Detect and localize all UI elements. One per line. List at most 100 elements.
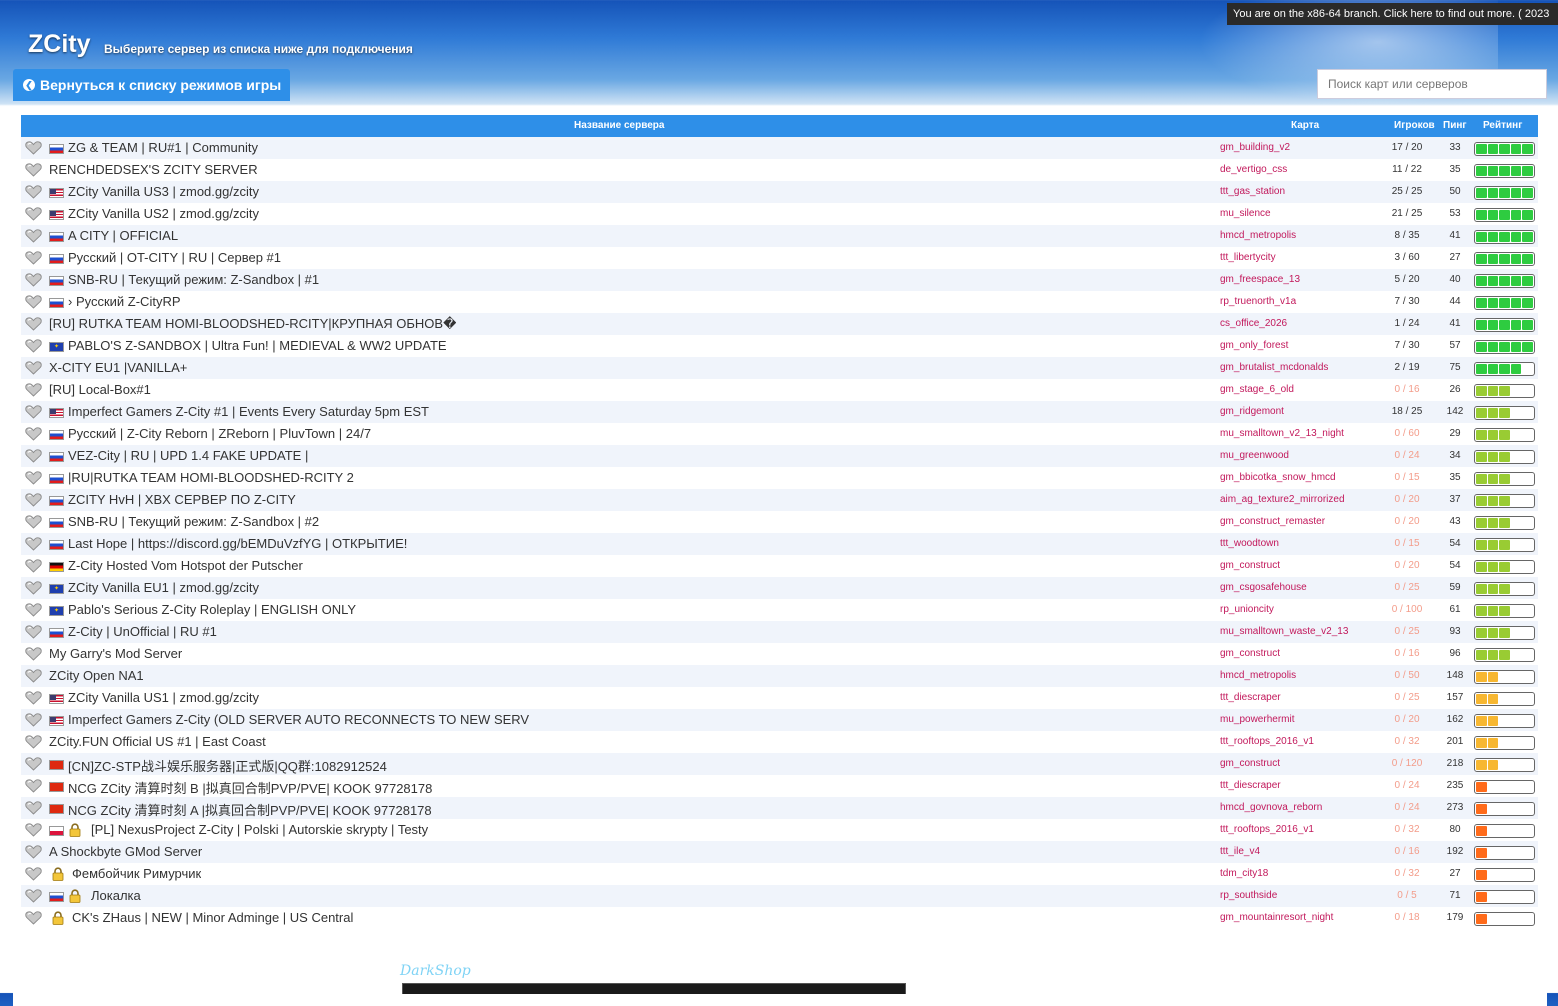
favorite-heart-icon[interactable] [25, 581, 42, 595]
favorite-heart-icon[interactable] [25, 493, 42, 507]
favorite-heart-icon[interactable] [25, 163, 42, 177]
favorite-heart-icon[interactable] [25, 427, 42, 441]
favorite-heart-icon[interactable] [25, 669, 42, 683]
column-header-name[interactable]: Название сервера [574, 120, 664, 131]
server-row[interactable]: VEZ-City | RU | UPD 1.4 FAKE UPDATE | mu_… [21, 445, 1538, 467]
rating-segment [1499, 628, 1510, 638]
rating-segment [1487, 716, 1499, 726]
server-row[interactable]: A CITY | OFFICIAL hmcd_metropolis 8 / 35 41 [21, 225, 1538, 247]
server-row[interactable]: Фембойчик Римурчик tdm_city18 0 / 32 27 [21, 863, 1538, 885]
server-row[interactable]: Imperfect Gamers Z-City #1 | Events Ever… [21, 401, 1538, 423]
server-row[interactable]: ZG & TEAM | RU#1 | Community gm_building_… [21, 137, 1538, 159]
column-header-rating[interactable]: Рейтинг [1483, 120, 1522, 131]
server-map: ttt_woodtown [1220, 538, 1279, 549]
server-row[interactable]: [PL] NexusProject Z-City | Polski | Auto… [21, 819, 1538, 841]
server-row[interactable]: ZCity Vanilla US1 | zmod.gg/zcity ttt_die… [21, 687, 1538, 709]
server-row[interactable]: ✦ PABLO'S Z-SANDBOX | Ultra Fun! | MEDIEV… [21, 335, 1538, 357]
server-row[interactable]: Z-City | UnOfficial | RU #1 mu_smalltown_… [21, 621, 1538, 643]
server-row[interactable]: › Русский Z-CityRP rp_truenorth_v1a 7 / 30… [21, 291, 1538, 313]
favorite-heart-icon[interactable] [25, 603, 42, 617]
favorite-heart-icon[interactable] [25, 339, 42, 353]
server-row[interactable]: ZCITY HvH | XBX СЕРВЕР ПО Z-CITY aim_ag_t… [21, 489, 1538, 511]
favorite-heart-icon[interactable] [25, 449, 42, 463]
server-map: ttt_libertycity [1220, 252, 1276, 263]
server-row[interactable]: Русский | Z-City Reborn | ZReborn | Pluv… [21, 423, 1538, 445]
server-ping: 54 [1449, 560, 1461, 571]
favorite-heart-icon[interactable] [25, 537, 42, 551]
favorite-heart-icon[interactable] [25, 251, 42, 265]
column-header-ping[interactable]: Пинг [1443, 120, 1467, 131]
server-row[interactable]: RENCHDEDSEX'S ZCITY SERVER de_vertigo_css… [21, 159, 1538, 181]
server-row[interactable]: ZCity.FUN Official US #1 | East Coast ttt… [21, 731, 1538, 753]
favorite-heart-icon[interactable] [25, 845, 42, 859]
server-row[interactable]: [RU] Local-Box#1 gm_stage_6_old 0 / 16 26 [21, 379, 1538, 401]
server-row[interactable]: ZCity Vanilla US2 | zmod.gg/zcity mu_sile… [21, 203, 1538, 225]
server-row[interactable]: A Shockbyte GMod Server ttt_ile_v4 0 / 16 1… [21, 841, 1538, 863]
favorite-heart-icon[interactable] [25, 713, 42, 727]
favorite-heart-icon[interactable] [25, 207, 42, 221]
server-row[interactable]: Локалка rp_southside 0 / 5 71 [21, 885, 1538, 907]
server-row[interactable]: NCG ZCity 清算时刻 B |拟真回合制PVP/PVE| KOOK 977… [21, 775, 1538, 797]
favorite-heart-icon[interactable] [25, 515, 42, 529]
server-row[interactable]: Z-City Hosted Vom Hotspot der Putscher gm… [21, 555, 1538, 577]
server-row[interactable]: Русский | OT-CITY | RU | Сервер #1 ttt_li… [21, 247, 1538, 269]
favorite-heart-icon[interactable] [25, 911, 42, 925]
server-row[interactable]: SNB-RU | Текущий режим: Z-Sandbox | #1 gm… [21, 269, 1538, 291]
rating-segment [1476, 474, 1487, 484]
favorite-heart-icon[interactable] [25, 867, 42, 881]
rating-segment [1476, 672, 1487, 682]
favorite-heart-icon[interactable] [25, 317, 42, 331]
favorite-heart-icon[interactable] [25, 625, 42, 639]
server-row[interactable]: [CN]ZC-STP战斗娱乐服务器|正式版|QQ群:1082912524 gm_c… [21, 753, 1538, 775]
favorite-heart-icon[interactable] [25, 471, 42, 485]
favorite-heart-icon[interactable] [25, 735, 42, 749]
server-row[interactable]: ✦ Pablo's Serious Z-City Roleplay | ENGLI… [21, 599, 1538, 621]
favorite-heart-icon[interactable] [25, 889, 42, 903]
favorite-heart-icon[interactable] [25, 801, 42, 815]
back-to-gamemodes-button[interactable]: ❮ Вернуться к списку режимов игры [13, 69, 290, 101]
country-flag-ru-icon [49, 298, 64, 308]
server-name: NCG ZCity 清算时刻 A |拟真回合制PVP/PVE| KOOK 977… [68, 803, 432, 818]
server-ping: 54 [1449, 538, 1461, 549]
column-header-map[interactable]: Карта [1291, 120, 1319, 131]
rating-bar [1474, 406, 1535, 420]
favorite-heart-icon[interactable] [25, 779, 42, 793]
server-row[interactable]: ✦ ZCity Vanilla EU1 | zmod.gg/zcity gm_csg… [21, 577, 1538, 599]
favorite-heart-icon[interactable] [25, 647, 42, 661]
rating-segment [1511, 804, 1522, 814]
server-ping: 71 [1449, 890, 1461, 901]
favorite-heart-icon[interactable] [25, 691, 42, 705]
server-search-input[interactable] [1317, 69, 1547, 99]
favorite-heart-icon[interactable] [25, 229, 42, 243]
rating-segment [1511, 672, 1522, 682]
server-row[interactable]: ZCity Vanilla US3 | zmod.gg/zcity ttt_gas… [21, 181, 1538, 203]
favorite-heart-icon[interactable] [25, 405, 42, 419]
favorite-heart-icon[interactable] [25, 273, 42, 287]
rating-bar [1474, 670, 1535, 684]
server-row[interactable]: Last Hope | https://discord.gg/bEMDuVzfY… [21, 533, 1538, 555]
server-row[interactable]: [RU] RUTKA TEAM HOMI-BLOODSHED-RCITY|КРУ… [21, 313, 1538, 335]
server-row[interactable]: My Garry's Mod Server gm_construct 0 / 16 9… [21, 643, 1538, 665]
server-row[interactable]: SNB-RU | Текущий режим: Z-Sandbox | #2 gm… [21, 511, 1538, 533]
server-row[interactable]: X-CITY EU1 |VANILLA+ gm_brutalist_mcdonal… [21, 357, 1538, 379]
rating-segment [1522, 540, 1533, 550]
favorite-heart-icon[interactable] [25, 185, 42, 199]
favorite-heart-icon[interactable] [25, 383, 42, 397]
favorite-heart-icon[interactable] [25, 757, 42, 771]
server-row[interactable]: ZCity Open NA1 hmcd_metropolis 0 / 50 148 [21, 665, 1538, 687]
rating-segment [1476, 342, 1487, 352]
server-row[interactable]: CK's ZHaus | NEW | Minor Adminge | US Ce… [21, 907, 1538, 929]
column-header-players[interactable]: Игроков [1394, 120, 1435, 131]
branch-notice[interactable]: You are on the x86-64 branch. Click here… [1227, 3, 1558, 25]
favorite-heart-icon[interactable] [25, 141, 42, 155]
server-row[interactable]: NCG ZCity 清算时刻 A |拟真回合制PVP/PVE| KOOK 977… [21, 797, 1538, 819]
favorite-heart-icon[interactable] [25, 823, 42, 837]
favorite-heart-icon[interactable] [25, 295, 42, 309]
server-row[interactable]: |RU|RUTKA TEAM HOMI-BLOODSHED-RCITY 2 gm_… [21, 467, 1538, 489]
favorite-heart-icon[interactable] [25, 559, 42, 573]
server-row[interactable]: Imperfect Gamers Z-City (OLD SERVER AUTO… [21, 709, 1538, 731]
rating-segment [1476, 386, 1487, 396]
rating-segment [1476, 716, 1487, 726]
favorite-heart-icon[interactable] [25, 361, 42, 375]
rating-segment [1499, 518, 1510, 528]
